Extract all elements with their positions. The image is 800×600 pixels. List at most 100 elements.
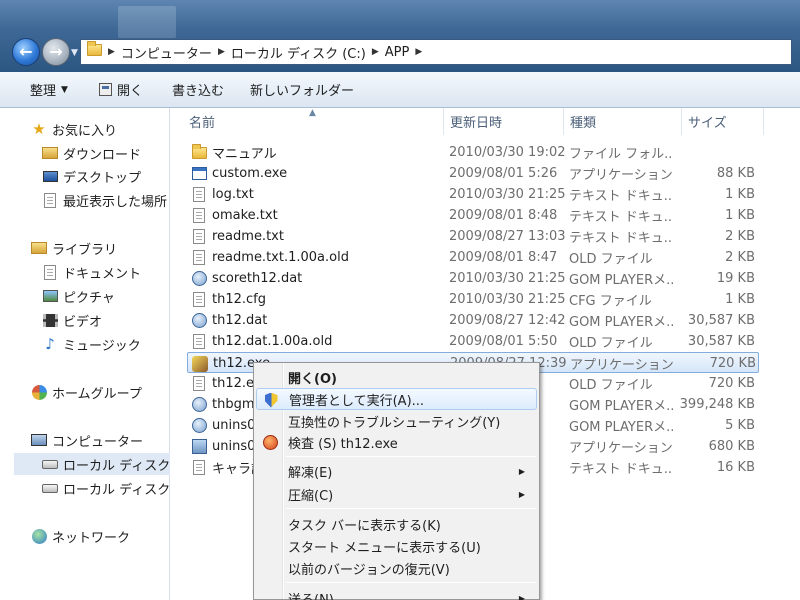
burn-button[interactable]: 書き込む xyxy=(172,72,224,108)
menu-item-pin-taskbar[interactable]: タスク バーに表示する(K) xyxy=(256,513,537,535)
file-size: 720 KB xyxy=(708,376,755,391)
file-row[interactable]: log.txt 2010/03/30 21:25 テキスト ドキュ... 1 KB xyxy=(187,184,759,205)
file-size: 720 KB xyxy=(709,356,756,371)
menu-item-run-as-admin[interactable]: 管理者として実行(A)... xyxy=(256,388,537,410)
file-date: 2010/03/30 21:25 xyxy=(449,187,566,202)
menu-item-troubleshoot-compatibility[interactable]: 互換性のトラブルシューティング(Y) xyxy=(256,410,537,432)
organize-button[interactable]: 整理 ▼ xyxy=(30,72,68,108)
column-header-date[interactable]: 更新日時 xyxy=(443,108,563,135)
file-name-cell: readme.txt.1.00a.old xyxy=(191,247,449,268)
file-type: ファイル フォル... xyxy=(569,147,673,162)
menu-item-extract[interactable]: 解凍(E) ▶ xyxy=(256,460,537,482)
nav-network[interactable]: ネットワーク xyxy=(0,525,170,547)
document-icon xyxy=(191,292,207,308)
open-button[interactable]: 開く xyxy=(99,72,143,108)
file-type: GOM PLAYERメ... xyxy=(569,420,673,435)
file-row[interactable]: custom.exe 2009/08/01 5:26 アプリケーション 88 KB xyxy=(187,163,759,184)
file-row[interactable]: th12.cfg 2010/03/30 21:25 CFG ファイル 1 KB xyxy=(187,289,759,310)
breadcrumb-separator-icon[interactable]: ▶ xyxy=(372,47,379,57)
file-name-cell: th12.dat xyxy=(191,310,449,331)
menu-item-pin-start[interactable]: スタート メニューに表示する(U) xyxy=(256,535,537,557)
back-button[interactable]: ← xyxy=(12,38,40,66)
nav-local-disk-d-label: ローカル ディスク ( xyxy=(63,482,180,498)
file-row[interactable]: readme.txt.1.00a.old 2009/08/01 8:47 OLD フ… xyxy=(187,247,759,268)
file-row[interactable]: readme.txt 2009/08/27 13:03 テキスト ドキュ... 2 K… xyxy=(187,226,759,247)
library-icon xyxy=(31,240,47,256)
navigation-pane: ★ お気に入り ダウンロード デスクトップ 最近表示した場所 ライブラリ ドキュ… xyxy=(0,108,179,600)
menu-item-restore-previous[interactable]: 以前のバージョンの復元(V) xyxy=(256,557,537,579)
file-name-cell: th12.cfg xyxy=(191,289,449,310)
column-header-name[interactable]: 名前 xyxy=(189,108,443,135)
file-row[interactable]: マニュアル 2010/03/30 19:02 ファイル フォル... xyxy=(187,142,759,163)
nav-local-disk-c[interactable]: ローカル ディスク ( xyxy=(14,453,179,475)
breadcrumb-separator-icon[interactable]: ▶ xyxy=(415,47,422,57)
file-row[interactable]: omake.txt 2009/08/01 8:48 テキスト ドキュ... 1 KB xyxy=(187,205,759,226)
text-document-icon xyxy=(191,208,207,224)
nav-music[interactable]: ♪ ミュージック xyxy=(0,333,170,355)
file-size: 680 KB xyxy=(708,439,755,454)
recent-places-icon xyxy=(42,192,58,208)
file-type: OLD ファイル xyxy=(569,252,653,267)
file-row[interactable]: th12.dat.1.00a.old 2009/08/01 5:50 OLD ファイ… xyxy=(187,331,759,352)
new-folder-button[interactable]: 新しいフォルダー xyxy=(250,72,354,108)
breadcrumb-computer[interactable]: コンピューター xyxy=(115,43,218,62)
breadcrumb-separator-icon[interactable]: ▶ xyxy=(218,47,225,57)
nav-homegroup-label: ホームグループ xyxy=(52,386,142,402)
file-name: omake.txt xyxy=(212,208,278,223)
nav-videos[interactable]: ビデオ xyxy=(0,309,170,331)
nav-computer-label: コンピューター xyxy=(52,434,144,450)
nav-local-disk-d[interactable]: ローカル ディスク ( xyxy=(0,477,179,499)
file-size: 2 KB xyxy=(725,229,755,244)
menu-item-open[interactable]: 開く(O) xyxy=(256,366,537,388)
nav-downloads-label: ダウンロード xyxy=(63,147,142,163)
column-header-type[interactable]: 種類 xyxy=(563,108,681,135)
game-exe-icon xyxy=(192,355,208,372)
document-icon xyxy=(191,250,207,266)
file-size: 399,248 KB xyxy=(679,397,755,412)
open-icon xyxy=(99,83,112,96)
menu-restore-label: 以前のバージョンの復元(V) xyxy=(288,562,450,578)
address-bar[interactable]: ▶ コンピューター ▶ ローカル ディスク (C:) ▶ APP ▶ xyxy=(80,39,792,65)
nav-libraries-label: ライブラリ xyxy=(52,242,118,258)
new-folder-label: 新しいフォルダー xyxy=(250,84,355,99)
nav-favorites[interactable]: ★ お気に入り xyxy=(0,118,170,140)
menu-pin-taskbar-label: タスク バーに表示する(K) xyxy=(288,518,441,534)
nav-pictures[interactable]: ピクチャ xyxy=(0,285,170,307)
context-menu: 開く(O) 管理者として実行(A)... 互換性のトラブルシューティング(Y) … xyxy=(253,362,540,600)
breadcrumb-local-disk[interactable]: ローカル ディスク (C:) xyxy=(225,43,372,62)
nav-pictures-label: ピクチャ xyxy=(63,290,115,306)
homegroup-icon xyxy=(31,384,47,400)
nav-libraries[interactable]: ライブラリ xyxy=(0,237,170,259)
file-name: readme.txt xyxy=(212,229,284,244)
column-header-size[interactable]: サイズ xyxy=(681,108,763,135)
breadcrumb-app[interactable]: APP xyxy=(379,45,416,60)
file-date: 2009/08/27 13:03 xyxy=(449,229,566,244)
menu-item-send-to[interactable]: 送る(N) ▶ xyxy=(256,587,537,600)
file-size: 1 KB xyxy=(725,292,755,307)
column-size-label: サイズ xyxy=(688,116,727,131)
forward-button[interactable]: → xyxy=(42,38,70,66)
file-row[interactable]: scoreth12.dat 2010/03/30 21:25 GOM PLAYERメ… xyxy=(187,268,759,289)
file-size: 1 KB xyxy=(725,187,755,202)
column-date-label: 更新日時 xyxy=(450,116,503,131)
nav-homegroup[interactable]: ホームグループ xyxy=(0,381,170,403)
column-header-extra[interactable] xyxy=(763,108,773,135)
document-icon xyxy=(191,334,207,350)
file-date: 2010/03/30 21:25 xyxy=(449,292,566,307)
nav-computer[interactable]: コンピューター xyxy=(0,429,170,451)
menu-item-scan[interactable]: 検査 (S) th12.exe xyxy=(256,431,537,453)
nav-documents[interactable]: ドキュメント xyxy=(0,261,170,283)
history-dropdown-icon[interactable]: ▼ xyxy=(71,48,78,58)
nav-recent-places[interactable]: 最近表示した場所 xyxy=(0,189,170,211)
file-date: 2010/03/30 19:02 xyxy=(449,145,566,160)
file-row[interactable]: th12.dat 2009/08/27 12:42 GOM PLAYERメ... 30… xyxy=(187,310,759,331)
nav-desktop[interactable]: デスクトップ xyxy=(0,165,170,187)
menu-extract-label: 解凍(E) xyxy=(288,465,333,481)
file-name-cell: マニュアル xyxy=(191,142,449,163)
nav-downloads[interactable]: ダウンロード xyxy=(0,142,170,164)
breadcrumb-separator-icon[interactable]: ▶ xyxy=(108,47,115,57)
menu-item-compress[interactable]: 圧縮(C) ▶ xyxy=(256,483,537,505)
antivirus-icon xyxy=(262,434,278,450)
back-arrow-icon: ← xyxy=(19,42,33,61)
nav-desktop-label: デスクトップ xyxy=(63,170,142,186)
